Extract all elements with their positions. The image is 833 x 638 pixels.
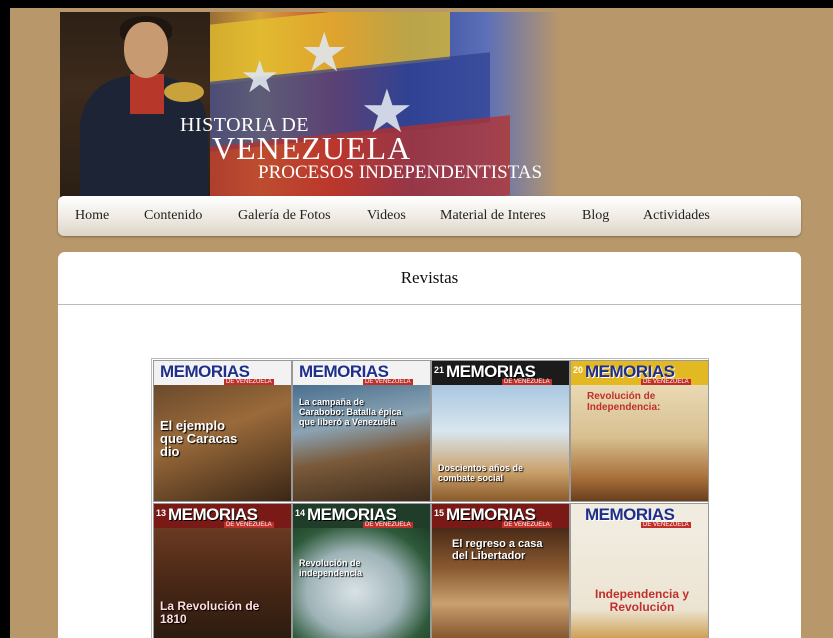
magazine-cover[interactable]: MEMORIAS DE VENEZUELA La campaña de Cara… (292, 360, 431, 502)
cover-art (432, 385, 569, 501)
magazine-cover[interactable]: 15 MEMORIAS DE VENEZUELA El regreso a ca… (431, 503, 570, 638)
nav-item-blog[interactable]: Blog (582, 208, 609, 224)
site-title-line3: PROCESOS INDEPENDENTISTAS (258, 162, 543, 183)
header-banner: ★ ★ ★ HISTORIA DE VENEZUELA PROCESOS IND… (60, 12, 560, 202)
main-navigation: Home Contenido Galería de Fotos Videos M… (58, 196, 801, 236)
magazine-cover[interactable]: MEMORIAS DE VENEZUELA El ejemplo que Car… (153, 360, 292, 502)
flag-star-icon: ★ (240, 53, 280, 102)
portrait-face (124, 22, 168, 78)
magazine-gallery: MEMORIAS DE VENEZUELA El ejemplo que Car… (151, 358, 709, 638)
magazine-cover[interactable]: 13 MEMORIAS DE VENEZUELA La Revolución d… (153, 503, 292, 638)
cover-masthead-sub: DE VENEZUELA (641, 379, 691, 385)
cover-headline: Doscientos años de combate social (438, 463, 524, 483)
magazine-cover[interactable]: 21 MEMORIAS DE VENEZUELA Doscientos años… (431, 360, 570, 502)
cover-issue-number: 15 (434, 508, 445, 518)
nav-item-videos[interactable]: Videos (367, 208, 406, 224)
portrait-collar (130, 74, 164, 114)
content-panel: Revistas MEMORIAS DE VENEZUELA El ejempl… (58, 252, 801, 638)
title-divider (58, 304, 801, 305)
cover-masthead-sub: DE VENEZUELA (224, 379, 274, 385)
cover-issue-number: 14 (295, 508, 306, 518)
cover-art (571, 528, 708, 638)
nav-item-material-de-interes[interactable]: Material de Interes (440, 208, 546, 224)
cover-headline: Revolución de Independencia: (587, 391, 661, 413)
magazine-cover[interactable]: 20 MEMORIAS DE VENEZUELA Revolución de I… (570, 360, 709, 502)
magazine-cover[interactable]: MEMORIAS DE VENEZUELA Independencia y Re… (570, 503, 709, 638)
magazine-cover[interactable]: 14 MEMORIAS DE VENEZUELA Revolución de i… (292, 503, 431, 638)
cover-masthead-sub: DE VENEZUELA (641, 522, 691, 528)
nav-item-contenido[interactable]: Contenido (144, 208, 202, 224)
cover-issue-number: 20 (573, 365, 584, 375)
cover-masthead-sub: DE VENEZUELA (502, 379, 552, 385)
cover-masthead-sub: DE VENEZUELA (363, 522, 413, 528)
portrait-epaulet (164, 82, 204, 102)
cover-headline: Independencia y Revolución (594, 587, 690, 614)
page-title: Revistas (400, 268, 459, 287)
bolivar-portrait (60, 12, 210, 202)
cover-masthead-sub: DE VENEZUELA (363, 379, 413, 385)
nav-item-galeria-de-fotos[interactable]: Galería de Fotos (238, 208, 331, 224)
cover-headline: La Revolución de 1810 (160, 599, 260, 626)
cover-issue-number: 13 (156, 508, 167, 518)
cover-headline: La campaña de Carabobo: Batalla épica qu… (299, 397, 402, 427)
cover-headline: El regreso a casa del Libertador (452, 538, 543, 562)
flag-star-icon: ★ (300, 23, 349, 83)
cover-masthead-sub: DE VENEZUELA (502, 522, 552, 528)
cover-masthead-sub: DE VENEZUELA (224, 522, 274, 528)
page-background: ★ ★ ★ HISTORIA DE VENEZUELA PROCESOS IND… (10, 8, 833, 638)
cover-headline: Revolución de independencia (299, 558, 363, 578)
cover-headline: El ejemplo que Caracas dio (160, 418, 238, 459)
cover-issue-number: 21 (434, 365, 445, 375)
nav-item-home[interactable]: Home (75, 208, 109, 224)
nav-item-actividades[interactable]: Actividades (643, 208, 710, 224)
cover-art (293, 528, 430, 638)
